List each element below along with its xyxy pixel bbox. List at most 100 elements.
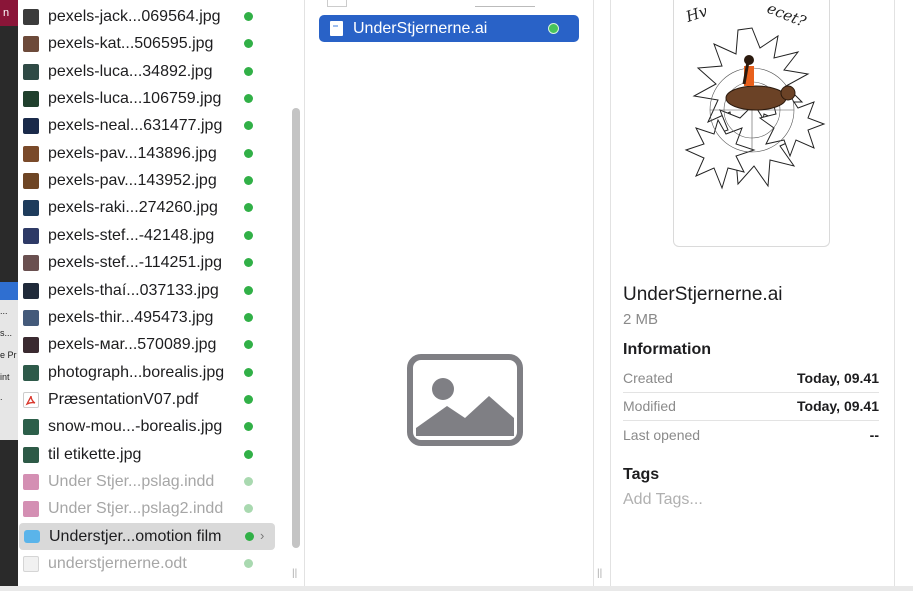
sync-status-icon (244, 12, 253, 21)
folder-icon (24, 530, 40, 543)
file-list-item[interactable]: PræsentationV07.pdf (18, 386, 284, 413)
file-list-item[interactable]: pexels-jack...069564.jpg (18, 3, 284, 30)
sync-status-icon (244, 340, 253, 349)
info-key: Modified (623, 398, 676, 414)
image-thumbnail-icon (23, 63, 39, 80)
info-row-modified: Modified Today, 09.41 (623, 392, 879, 420)
file-list-item[interactable]: understjernerne.odt (18, 550, 284, 577)
image-thumbnail-icon (23, 90, 39, 107)
svg-text:ecet?: ecet? (765, 0, 810, 31)
column-divider[interactable] (304, 0, 305, 586)
file-list-item[interactable]: pexels-pav...143896.jpg (18, 140, 284, 167)
file-preview-thumbnail: Hv ecet? (673, 0, 830, 247)
file-list-item-selected[interactable]: Understjer...omotion film › (19, 523, 275, 550)
info-value: -- (869, 427, 879, 443)
indesign-icon (23, 473, 39, 490)
background-window-panel (0, 300, 18, 440)
file-list-item[interactable]: pexels-мar...570089.jpg (18, 331, 284, 358)
info-key: Last opened (623, 427, 701, 443)
file-list-item[interactable]: pexels-luca...106759.jpg (18, 85, 284, 112)
image-thumbnail-icon (23, 446, 39, 463)
sync-status-icon (244, 477, 253, 486)
image-thumbnail-icon (23, 309, 39, 326)
column-resize-handle[interactable]: || (292, 568, 297, 579)
column-divider[interactable] (593, 0, 594, 586)
sync-status-icon (245, 532, 254, 541)
file-list-item[interactable]: pexels-stef...-114251.jpg (18, 249, 284, 276)
file-list-item[interactable]: pexels-pav...143952.jpg (18, 167, 284, 194)
tags-heading: Tags (623, 466, 660, 483)
right-edge (893, 0, 913, 591)
sync-status-icon (244, 559, 253, 568)
file-list-item[interactable]: pexels-kat...506595.jpg (18, 30, 284, 57)
file-list-item[interactable]: photograph...borealis.jpg (18, 359, 284, 386)
preview-file-size: 2 MB (623, 311, 659, 328)
sync-status-icon (244, 67, 253, 76)
sync-status-icon (244, 149, 253, 158)
information-heading: Information (623, 341, 711, 358)
image-thumbnail-icon (23, 8, 39, 25)
background-snippet: int (0, 372, 10, 382)
image-thumbnail-icon (23, 227, 39, 244)
illustrator-file-icon (330, 21, 343, 36)
chevron-right-icon: › (260, 528, 265, 543)
background-window-selection (0, 282, 18, 302)
sync-status-icon (244, 121, 253, 130)
file-list-column: pexels-jack...069564.jpg pexels-kat...506… (18, 0, 286, 591)
pdf-icon (23, 391, 39, 408)
sync-status-icon (244, 39, 253, 48)
selected-file-row[interactable]: UnderStjernerne.ai (319, 15, 579, 42)
selected-file-name: UnderStjernerne.ai (353, 19, 488, 37)
artwork-illustration: Hv ecet? (683, 0, 826, 190)
file-list-item[interactable]: pexels-neal...631477.jpg (18, 112, 284, 139)
file-list-item[interactable]: snow-mou...-borealis.jpg (18, 413, 284, 440)
image-thumbnail-icon (23, 418, 39, 435)
file-list-item[interactable]: pexels-stef...-42148.jpg (18, 222, 284, 249)
image-thumbnail-icon (23, 35, 39, 52)
svg-text:Hv: Hv (683, 2, 711, 26)
image-thumbnail-icon (23, 282, 39, 299)
sync-status-icon (548, 23, 559, 34)
file-list-item[interactable]: pexels-luca...34892.jpg (18, 58, 284, 85)
file-column: UnderStjernerne.ai (307, 0, 593, 586)
add-tags-field[interactable]: Add Tags... (623, 491, 703, 509)
sync-status-icon (244, 258, 253, 267)
info-row-last-opened: Last opened -- (623, 421, 879, 449)
indesign-icon (23, 500, 39, 517)
image-thumbnail-icon (23, 145, 39, 162)
sync-status-icon (244, 450, 253, 459)
file-list-item[interactable]: pexels-thaí...037133.jpg (18, 277, 284, 304)
info-row-created: Created Today, 09.41 (623, 364, 879, 392)
file-list-item[interactable]: Under Stjer...pslag.indd (18, 468, 284, 495)
image-thumbnail-icon (23, 172, 39, 189)
background-snippet: ... (0, 306, 8, 316)
sync-status-icon (244, 231, 253, 240)
background-snippet: e Pr (0, 350, 17, 360)
sync-status-icon (244, 94, 253, 103)
image-thumbnail-icon (23, 364, 39, 381)
info-value: Today, 09.41 (797, 398, 879, 414)
file-name: Understjer...omotion film (49, 527, 222, 545)
window-edge (894, 0, 895, 586)
sync-status-icon (244, 422, 253, 431)
background-window-title: n (0, 0, 18, 26)
file-list-item[interactable]: til etikette.jpg (18, 441, 284, 468)
image-thumbnail-icon (23, 117, 39, 134)
image-thumbnail-icon (23, 254, 39, 271)
sync-status-icon (244, 286, 253, 295)
sync-status-icon (244, 368, 253, 377)
info-value: Today, 09.41 (797, 370, 879, 386)
file-list-item[interactable]: Under Stjer...pslag2.indd (18, 495, 284, 522)
file-list-scrollbar[interactable] (292, 108, 300, 548)
info-key: Created (623, 370, 673, 386)
file-list-item[interactable]: pexels-raki...274260.jpg (18, 194, 284, 221)
partial-file-icon (327, 0, 347, 7)
partial-row (475, 0, 535, 7)
sync-status-icon (244, 203, 253, 212)
sync-status-icon (244, 504, 253, 513)
file-list-item[interactable]: pexels-thir...495473.jpg (18, 304, 284, 331)
document-icon (23, 555, 39, 572)
preview-file-name: UnderStjernerne.ai (623, 284, 783, 305)
background-window: n ... s... e Pr int . (0, 0, 18, 591)
column-resize-handle[interactable]: || (597, 568, 602, 579)
